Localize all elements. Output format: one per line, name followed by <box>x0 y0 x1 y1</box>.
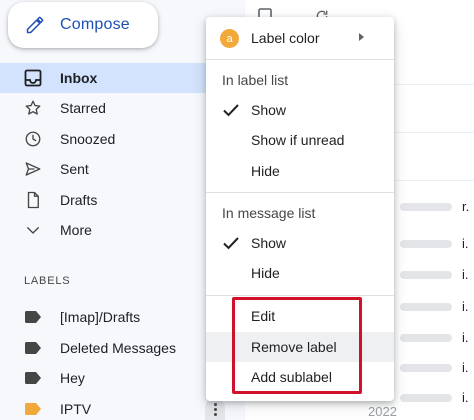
menu-divider <box>206 295 394 296</box>
row-fragment-date: 2022 <box>368 404 397 419</box>
blurred-text <box>400 203 452 211</box>
blurred-text <box>400 240 452 248</box>
submenu-arrow-icon <box>359 33 364 41</box>
label-tag-icon <box>24 308 42 326</box>
menu-item-add-sublabel[interactable]: Add sublabel <box>206 362 394 392</box>
label-color-swatch: a <box>220 29 239 48</box>
label-item-text: [Imap]/Drafts <box>60 309 141 326</box>
menu-item-text: Remove label <box>251 339 337 355</box>
menu-item-message-list-hide[interactable]: Hide <box>206 258 394 288</box>
menu-item-message-list-show[interactable]: Show <box>206 228 394 258</box>
row-fragment: i. <box>462 330 469 345</box>
blurred-text <box>400 303 452 311</box>
menu-divider <box>206 192 394 193</box>
menu-item-text: Show <box>251 235 287 251</box>
label-tag-icon <box>24 400 42 418</box>
menu-item-label-list-show[interactable]: Show <box>206 95 394 125</box>
menu-item-text: Edit <box>251 308 276 324</box>
star-icon <box>24 99 42 117</box>
label-context-menu: a Label color In label list Show Show if… <box>206 17 394 401</box>
row-fragment: r. <box>462 199 470 214</box>
labels-heading: LABELS <box>24 275 71 287</box>
blurred-text <box>400 334 452 342</box>
label-item-text: Hey <box>60 370 85 387</box>
checkmark-icon <box>223 237 239 250</box>
row-fragment: i. <box>462 236 469 251</box>
menu-item-label-list-show-if-unread[interactable]: Show if unread <box>206 125 394 155</box>
menu-item-remove-label[interactable]: Remove label <box>206 332 394 362</box>
clock-icon <box>24 130 42 148</box>
menu-item-text: Add sublabel <box>251 369 332 385</box>
label-tag-icon <box>24 369 42 387</box>
sidebar-item-inbox[interactable]: Inbox <box>0 63 236 93</box>
sidebar-item-label: More <box>60 221 92 238</box>
label-tag-icon <box>24 339 42 357</box>
label-item-text: IPTV <box>60 400 92 417</box>
blurred-text <box>400 271 452 279</box>
inbox-icon <box>24 69 42 87</box>
label-options-icon[interactable] <box>205 398 225 420</box>
blurred-text <box>400 364 452 372</box>
row-fragment: i. <box>462 299 469 314</box>
blurred-text <box>400 394 452 402</box>
sidebar-item-label: Sent <box>60 161 89 178</box>
sidebar-item-label: Snoozed <box>60 130 116 147</box>
menu-item-text: Hide <box>251 265 280 281</box>
menu-item-text: Show if unread <box>251 132 345 148</box>
sidebar-item-label: Starred <box>60 100 106 117</box>
row-fragment: i. <box>462 360 469 375</box>
row-fragment: i. <box>462 267 469 282</box>
draft-icon <box>24 191 42 209</box>
menu-item-edit[interactable]: Edit <box>206 301 394 331</box>
compose-button[interactable]: Compose <box>8 2 158 48</box>
menu-item-label-color[interactable]: a Label color <box>206 23 394 53</box>
send-icon <box>24 160 42 178</box>
compose-label: Compose <box>60 16 130 33</box>
chevron-down-icon <box>24 221 42 239</box>
menu-item-text: Hide <box>251 163 280 179</box>
menu-section-heading: In label list <box>222 72 289 88</box>
sidebar-item-label: Inbox <box>60 70 98 86</box>
pencil-icon <box>24 14 46 36</box>
menu-divider <box>206 59 394 60</box>
menu-item-text: Label color <box>251 30 320 46</box>
checkmark-icon <box>223 104 239 117</box>
row-fragment: i. <box>462 390 469 405</box>
menu-item-text: Show <box>251 102 287 118</box>
menu-section-heading: In message list <box>222 205 316 221</box>
sidebar-item-label: Drafts <box>60 191 98 208</box>
label-item-text: Deleted Messages <box>60 339 176 356</box>
menu-item-label-list-hide[interactable]: Hide <box>206 156 394 186</box>
